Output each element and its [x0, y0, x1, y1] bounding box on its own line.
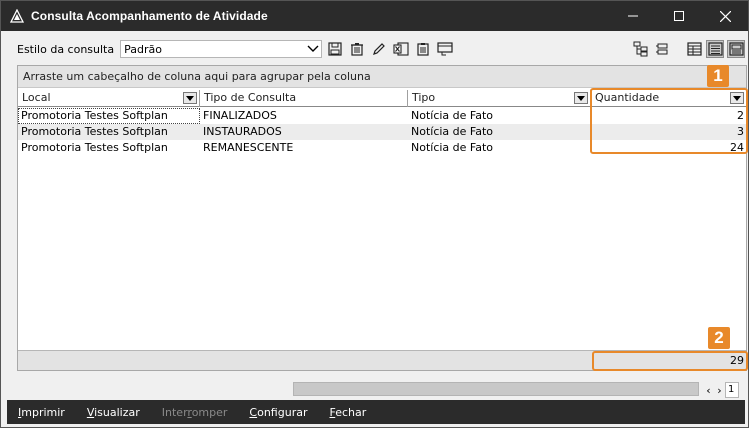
accelerator-key: C	[249, 405, 258, 419]
delete-icon[interactable]	[348, 40, 366, 58]
cell-local[interactable]: Promotoria Testes Softplan	[18, 108, 200, 124]
label-part: echar	[335, 405, 367, 419]
callout-badge-2: 2	[708, 327, 730, 349]
cell-tipo[interactable]: Notícia de Fato	[408, 124, 591, 140]
label-part: isualizar	[94, 405, 140, 419]
label-part: mprimir	[21, 405, 65, 419]
style-label: Estilo da consulta	[17, 42, 115, 56]
grid-icon[interactable]	[685, 40, 703, 58]
style-select[interactable]: Padrão	[120, 40, 323, 58]
tree-icon[interactable]	[632, 40, 650, 58]
window-title: Consulta Acompanhamento de Atividade	[31, 9, 268, 23]
style-select-value: Padrão	[124, 42, 162, 56]
column-header-label: Local	[22, 91, 51, 104]
close-dialog-button[interactable]: Fechar	[329, 406, 366, 419]
cell-tipo-consulta[interactable]: FINALIZADOS	[200, 108, 408, 124]
cell-tipo-consulta[interactable]: REMANESCENTE	[200, 140, 408, 156]
minimize-icon	[628, 15, 638, 17]
collapse-icon[interactable]	[653, 40, 671, 58]
filter-dropdown-icon[interactable]	[183, 92, 197, 104]
group-by-hint: Arraste um cabeçalho de coluna aqui para…	[23, 70, 371, 83]
cell-tipo[interactable]: Notícia de Fato	[408, 108, 591, 124]
chevron-down-icon	[307, 45, 319, 52]
style-toolbar: Estilo da consulta Padrão	[17, 39, 745, 59]
print-button[interactable]: Imprimir	[18, 406, 65, 419]
configure-button[interactable]: Configurar	[249, 406, 307, 419]
layout-icon[interactable]	[436, 40, 454, 58]
page-number[interactable]: 1	[725, 382, 739, 398]
column-header-tipo[interactable]: Tipo	[408, 90, 591, 107]
label-part: omper	[191, 405, 228, 419]
maximize-icon	[674, 11, 684, 21]
column-header-tipo-consulta[interactable]: Tipo de Consulta	[200, 90, 408, 107]
close-icon	[719, 10, 731, 22]
label-part: onfigurar	[257, 405, 308, 419]
column-header-label: Tipo	[412, 91, 436, 104]
window: Consulta Acompanhamento de Atividade Est…	[0, 0, 749, 428]
edit-icon[interactable]	[370, 40, 388, 58]
horizontal-scrollbar[interactable]	[293, 382, 699, 396]
export-excel-icon[interactable]	[392, 40, 410, 58]
callout-badge-1: 1	[707, 65, 729, 87]
clipboard-icon[interactable]	[414, 40, 432, 58]
cell-local[interactable]: Promotoria Testes Softplan	[18, 124, 200, 140]
app-logo-icon	[9, 8, 25, 24]
preview-icon[interactable]	[727, 40, 745, 58]
title-bar: Consulta Acompanhamento de Atividade	[1, 1, 748, 31]
filter-dropdown-icon[interactable]	[574, 92, 588, 104]
interrupt-button[interactable]: Interromper	[162, 406, 228, 419]
maximize-button[interactable]	[656, 1, 702, 31]
prev-page-icon[interactable]: ‹	[703, 382, 714, 398]
minimize-button[interactable]	[610, 1, 656, 31]
column-header-label: Tipo de Consulta	[204, 91, 297, 104]
pager: ‹ › 1	[703, 382, 739, 398]
action-bar: Imprimir Visualizar Interromper Configur…	[7, 400, 745, 424]
callout-highlight-quantity-column	[590, 88, 748, 154]
cell-local[interactable]: Promotoria Testes Softplan	[18, 140, 200, 156]
label-part: Inter	[161, 405, 188, 419]
save-icon[interactable]	[326, 40, 344, 58]
view-button[interactable]: Visualizar	[87, 406, 140, 419]
cell-tipo[interactable]: Notícia de Fato	[408, 140, 591, 156]
next-page-icon[interactable]: ›	[714, 382, 725, 398]
cell-tipo-consulta[interactable]: INSTAURADOS	[200, 124, 408, 140]
column-header-local[interactable]: Local	[18, 90, 200, 107]
close-button[interactable]	[702, 1, 748, 31]
callout-highlight-total	[592, 351, 748, 371]
details-icon[interactable]	[706, 40, 724, 58]
group-by-panel[interactable]: Arraste um cabeçalho de coluna aqui para…	[18, 66, 746, 88]
